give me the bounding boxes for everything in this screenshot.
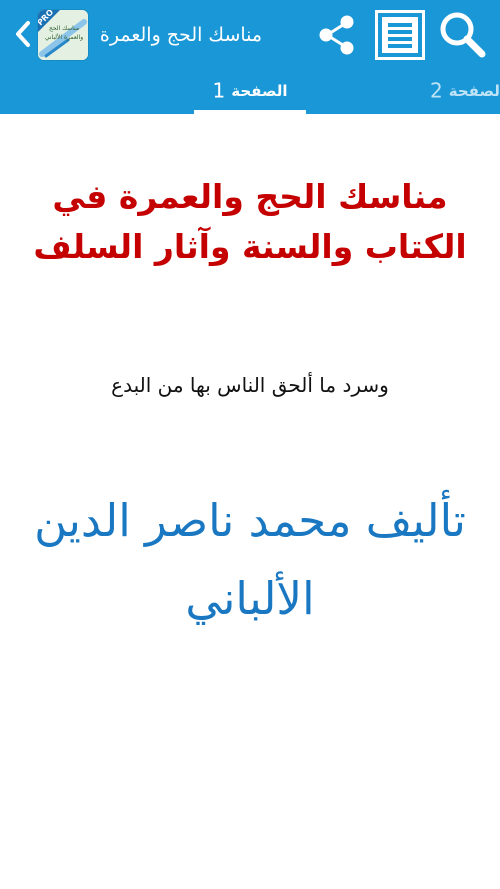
book-subtitle: وسرد ما ألحق الناس بها من البدع [111,373,389,397]
share-button[interactable] [314,12,360,58]
app-icon[interactable]: PRO مناسك الحج والعمرة الألباني [38,10,88,60]
chevron-left-icon[interactable] [10,17,36,51]
book-author: تأليف محمد ناصر الدين الألباني [34,494,466,625]
book-title: مناسك الحج والعمرة في الكتاب والسنة وآثا… [33,177,467,266]
app-icon-caption: مناسك الحج والعمرة الألباني [44,25,84,41]
tab-label: الصفحة [231,81,288,100]
list-icon [375,10,425,60]
tab-number: 1 [212,78,226,103]
share-icon [319,15,354,55]
tab-page-2[interactable]: 2 الصفحة [430,70,500,110]
page-content: مناسك الحج والعمرة في الكتاب والسنة وآثا… [0,114,500,889]
search-button[interactable] [436,8,490,62]
tab-page-1[interactable]: 1 الصفحة [194,70,306,110]
app-screen: PRO مناسك الحج والعمرة الألباني مناسك ال… [0,0,500,889]
page-tabs: 1 الصفحة 2 الصفحة [0,70,500,114]
table-of-contents-button[interactable] [375,10,425,60]
tab-label: الصفحة [448,81,500,100]
tab-number: 2 [430,78,443,103]
action-bar: PRO مناسك الحج والعمرة الألباني مناسك ال… [0,0,500,70]
search-icon [440,12,486,58]
app-title: مناسك الحج والعمرة [99,24,263,46]
